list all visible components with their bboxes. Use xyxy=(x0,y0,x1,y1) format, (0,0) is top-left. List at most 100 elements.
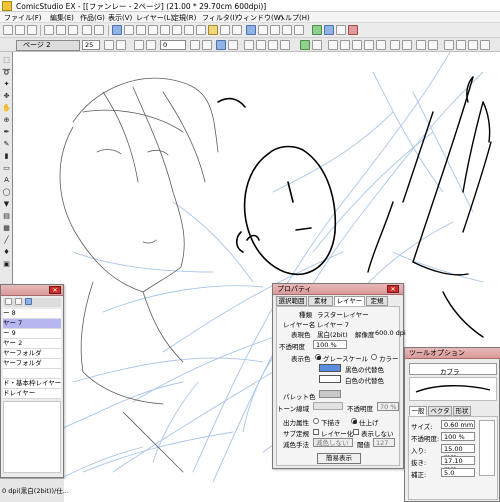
balloon-icon[interactable] xyxy=(172,25,182,35)
hand-tool-icon[interactable]: ✋ xyxy=(2,104,11,113)
hide-checkbox[interactable] xyxy=(353,429,359,435)
folder-icon[interactable] xyxy=(208,25,218,35)
magnifier-icon[interactable] xyxy=(312,40,322,50)
fit-icon[interactable] xyxy=(202,40,212,50)
page-tab[interactable]: ページ 2 xyxy=(16,40,80,51)
menu-filter[interactable]: フィルタ(I) xyxy=(202,13,237,23)
screen-icon[interactable] xyxy=(456,40,466,50)
layer-row[interactable]: ドレイヤー xyxy=(3,389,61,399)
line-tool-icon[interactable]: ╱ xyxy=(2,236,11,245)
tab-ruler[interactable]: 定規 xyxy=(366,296,388,306)
fill-icon[interactable] xyxy=(148,25,158,35)
frame-border-icon[interactable] xyxy=(328,40,338,50)
palette-window-icon[interactable] xyxy=(480,40,490,50)
threshold-field[interactable]: 127 xyxy=(373,438,395,447)
color-radio[interactable] xyxy=(371,354,377,360)
layer-row-selected[interactable]: ヤー 7 xyxy=(3,319,61,329)
palette-color-swatch[interactable] xyxy=(319,390,341,398)
filter-icon[interactable] xyxy=(220,25,230,35)
simple-view-button[interactable]: 簡易表示 xyxy=(317,453,361,464)
eraser-icon[interactable]: ▭ xyxy=(2,164,11,173)
layer-row[interactable]: ヤーフォルダ xyxy=(3,349,61,359)
tool-name-box[interactable]: カブラ xyxy=(409,363,497,376)
opacity-field[interactable]: 100 % xyxy=(313,340,347,349)
new-icon[interactable] xyxy=(3,25,13,35)
pen-pressure-icon[interactable] xyxy=(390,40,400,50)
help-icon[interactable] xyxy=(348,25,358,35)
vector-icon[interactable] xyxy=(416,40,426,50)
layerize-checkbox[interactable] xyxy=(313,429,319,435)
zoom-out-icon[interactable] xyxy=(134,40,144,50)
layer-row[interactable]: ー 9 xyxy=(3,329,61,339)
ruler-icon[interactable] xyxy=(136,25,146,35)
tab-shape[interactable]: 形状 xyxy=(453,406,471,416)
close-icon[interactable]: ✕ xyxy=(387,285,399,293)
color-icon[interactable] xyxy=(324,25,334,35)
entry-value[interactable]: 15.00 mm xyxy=(441,444,475,461)
menu-file[interactable]: ファイル(F) xyxy=(4,13,42,23)
print-icon[interactable] xyxy=(228,40,238,50)
size-value[interactable]: 0.60 mm xyxy=(441,420,475,429)
redo-icon[interactable] xyxy=(94,25,104,35)
rotate-left-icon[interactable] xyxy=(104,40,114,50)
menu-edit[interactable]: 編集(E) xyxy=(50,13,74,23)
window-icon[interactable] xyxy=(246,25,256,35)
output-draft-radio[interactable] xyxy=(313,418,319,424)
cut-icon[interactable] xyxy=(44,25,54,35)
tone-tool-icon[interactable]: ▦ xyxy=(2,224,11,233)
undo-icon[interactable] xyxy=(82,25,92,35)
tab-selection[interactable]: 選択範囲 xyxy=(276,296,307,306)
grayscale-radio[interactable] xyxy=(315,354,321,360)
menu-view[interactable]: 表示(V) xyxy=(108,13,132,23)
flip-icon[interactable] xyxy=(190,40,200,50)
menu-help[interactable]: ヘルプ(H) xyxy=(278,13,310,23)
reduce-select[interactable]: 減色しない xyxy=(313,438,353,447)
guide-icon[interactable] xyxy=(256,40,266,50)
angle-field[interactable]: 0 xyxy=(160,40,186,50)
grid-toggle-icon[interactable] xyxy=(280,40,290,50)
curve-icon[interactable] xyxy=(352,40,362,50)
tab-layer[interactable]: レイヤー xyxy=(334,296,365,306)
snap-icon[interactable] xyxy=(244,40,254,50)
tab-general[interactable]: 一般 xyxy=(409,406,427,416)
correct-icon[interactable] xyxy=(402,40,412,50)
output-final-radio[interactable] xyxy=(351,418,357,424)
gradient-icon[interactable]: ▤ xyxy=(2,212,11,221)
layer-name-value[interactable]: レイヤー 7 xyxy=(317,319,349,329)
balloon-tool-icon[interactable]: ◯ xyxy=(2,188,11,197)
zoom-tool-icon[interactable]: ⊕ xyxy=(2,116,11,125)
text-icon[interactable] xyxy=(160,25,170,35)
pen-icon[interactable]: ✒ xyxy=(2,128,11,137)
tone-setting-icon[interactable] xyxy=(444,40,454,50)
layer-row[interactable] xyxy=(3,369,61,379)
fill-tool-icon[interactable]: ▼ xyxy=(2,200,11,209)
lasso-icon[interactable]: ➰ xyxy=(2,68,11,77)
zoom-in-icon[interactable] xyxy=(146,40,156,50)
pencil-icon[interactable]: ✎ xyxy=(2,140,11,149)
rotate-right-icon[interactable] xyxy=(116,40,126,50)
material-icon[interactable] xyxy=(336,25,346,35)
delete-layer-icon[interactable] xyxy=(15,298,22,305)
menu-window[interactable]: ウィンドウ(W) xyxy=(236,13,283,23)
layer-row[interactable]: ヤーフォルダ xyxy=(3,359,61,369)
layer-row[interactable]: ド・基本枠レイヤー xyxy=(3,379,61,389)
material-window-icon[interactable] xyxy=(468,40,478,50)
property-icon[interactable] xyxy=(294,25,304,35)
layer-row[interactable]: ー 8 xyxy=(3,309,61,319)
line-icon[interactable] xyxy=(340,40,350,50)
hand-icon[interactable] xyxy=(300,40,310,50)
opacity-value[interactable]: 100 % xyxy=(441,432,475,441)
grid-icon[interactable] xyxy=(124,25,134,35)
marker-icon[interactable]: ▮ xyxy=(2,152,11,161)
close-icon[interactable]: ✕ xyxy=(49,286,61,294)
preview-icon[interactable] xyxy=(216,40,226,50)
transform-icon[interactable] xyxy=(232,25,242,35)
correction-value[interactable]: 5.0 xyxy=(441,468,475,477)
frame-icon[interactable] xyxy=(196,25,206,35)
size-field[interactable]: 25 xyxy=(82,40,100,50)
perspective-icon[interactable] xyxy=(268,40,278,50)
new-layer-icon[interactable] xyxy=(5,298,12,305)
polygon-icon[interactable] xyxy=(376,40,386,50)
exit-value[interactable]: 17.10 mm xyxy=(441,456,475,473)
layer-lock-icon[interactable] xyxy=(25,298,32,305)
